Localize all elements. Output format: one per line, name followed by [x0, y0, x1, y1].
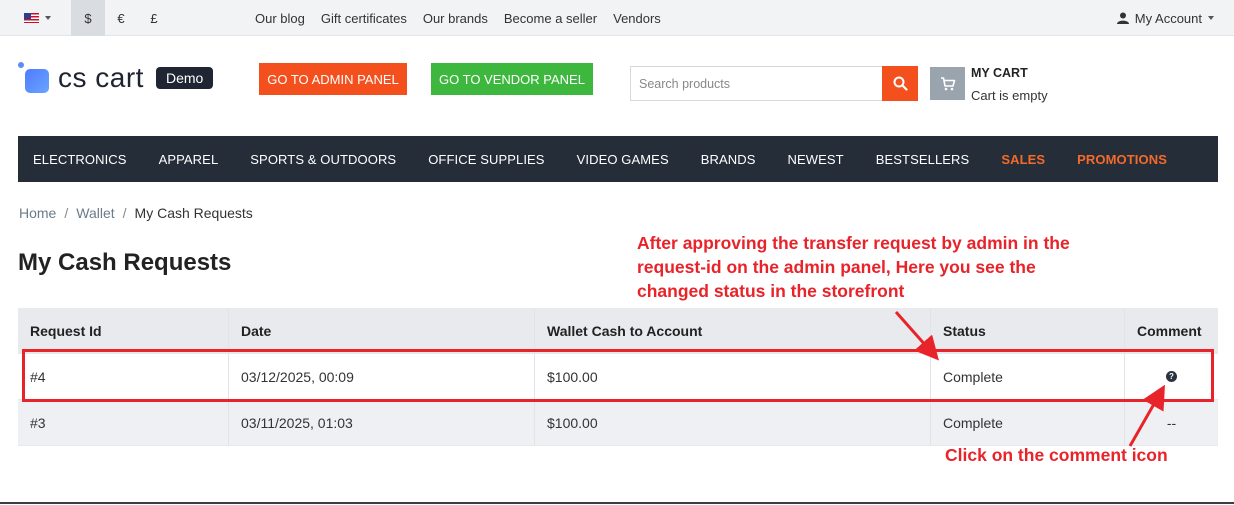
main-nav: ELECTRONICS APPAREL SPORTS & OUTDOORS OF…: [18, 136, 1218, 182]
table-header-row: Request Id Date Wallet Cash to Account S…: [18, 308, 1218, 354]
search-form: [630, 66, 918, 101]
cell-comment: --: [1166, 414, 1177, 431]
chevron-down-icon: [1208, 16, 1214, 20]
link-our-brands[interactable]: Our brands: [423, 11, 488, 26]
top-bar: $ € £ Our blog Gift certificates Our bra…: [0, 0, 1234, 36]
nav-promotions[interactable]: PROMOTIONS: [1061, 152, 1183, 167]
header-wallet-cash: Wallet Cash to Account: [535, 308, 931, 353]
cell-date: 03/11/2025, 01:03: [229, 400, 535, 445]
demo-badge: Demo: [155, 67, 214, 89]
search-icon: [893, 76, 908, 91]
nav-newest[interactable]: NEWEST: [772, 152, 860, 167]
bottom-divider: [0, 502, 1234, 504]
link-gift-certificates[interactable]: Gift certificates: [321, 11, 407, 26]
breadcrumb-separator: /: [64, 205, 69, 221]
header-request-id: Request Id: [18, 308, 229, 353]
link-vendors[interactable]: Vendors: [613, 11, 661, 26]
link-become-seller[interactable]: Become a seller: [504, 11, 597, 26]
breadcrumb-wallet[interactable]: Wallet: [76, 205, 114, 221]
page-title: My Cash Requests: [18, 249, 232, 276]
currency-usd[interactable]: $: [71, 0, 105, 36]
cell-status: Complete: [931, 400, 1125, 445]
nav-electronics[interactable]: ELECTRONICS: [18, 152, 143, 167]
annotation-bottom-note: Click on the comment icon: [945, 445, 1168, 465]
breadcrumb-current: My Cash Requests: [134, 205, 253, 221]
nav-sports-outdoors[interactable]: SPORTS & OUTDOORS: [234, 152, 412, 167]
nav-apparel[interactable]: APPAREL: [143, 152, 235, 167]
annotation-highlight-box: [22, 349, 1214, 402]
link-our-blog[interactable]: Our blog: [255, 11, 305, 26]
logo-mark-icon: [18, 62, 50, 94]
go-to-admin-panel-button[interactable]: GO TO ADMIN PANEL: [259, 63, 407, 95]
go-to-vendor-panel-button[interactable]: GO TO VENDOR PANEL: [431, 63, 593, 95]
cart-title[interactable]: MY CART: [971, 66, 1028, 80]
annotation-top-note: After approving the transfer request by …: [637, 233, 1070, 301]
nav-bestsellers[interactable]: BESTSELLERS: [860, 152, 986, 167]
nav-brands[interactable]: BRANDS: [685, 152, 772, 167]
search-button[interactable]: [882, 66, 918, 101]
search-input[interactable]: [630, 66, 882, 101]
table-row: #3 03/11/2025, 01:03 $100.00 Complete --: [18, 400, 1218, 446]
currency-gbp[interactable]: £: [137, 0, 171, 36]
nav-sales[interactable]: SALES: [985, 152, 1061, 167]
logo-text: cs cart: [58, 62, 144, 93]
top-links: Our blog Gift certificates Our brands Be…: [255, 0, 661, 36]
nav-office-supplies[interactable]: OFFICE SUPPLIES: [412, 152, 560, 167]
breadcrumb-home[interactable]: Home: [19, 205, 56, 221]
breadcrumb-separator: /: [122, 205, 127, 221]
cell-request-id: #3: [18, 400, 229, 445]
user-icon: [1116, 12, 1129, 24]
chevron-down-icon: [45, 16, 51, 20]
language-dropdown[interactable]: [14, 0, 64, 36]
header-comment: Comment: [1137, 322, 1202, 339]
my-account-dropdown[interactable]: My Account: [1116, 0, 1214, 36]
header-date: Date: [229, 308, 535, 353]
cart-button[interactable]: [930, 67, 965, 100]
cart-icon: [940, 76, 955, 90]
cs-cart-logo[interactable]: cs cart Demo: [18, 62, 214, 94]
cart-status: Cart is empty: [971, 88, 1048, 103]
my-account-label: My Account: [1134, 10, 1202, 26]
cell-amount: $100.00: [535, 400, 931, 445]
us-flag-icon: [24, 13, 39, 23]
nav-video-games[interactable]: VIDEO GAMES: [561, 152, 685, 167]
currency-eur[interactable]: €: [104, 0, 138, 36]
breadcrumb: Home / Wallet / My Cash Requests: [19, 205, 253, 221]
header-status: Status: [931, 308, 1125, 353]
